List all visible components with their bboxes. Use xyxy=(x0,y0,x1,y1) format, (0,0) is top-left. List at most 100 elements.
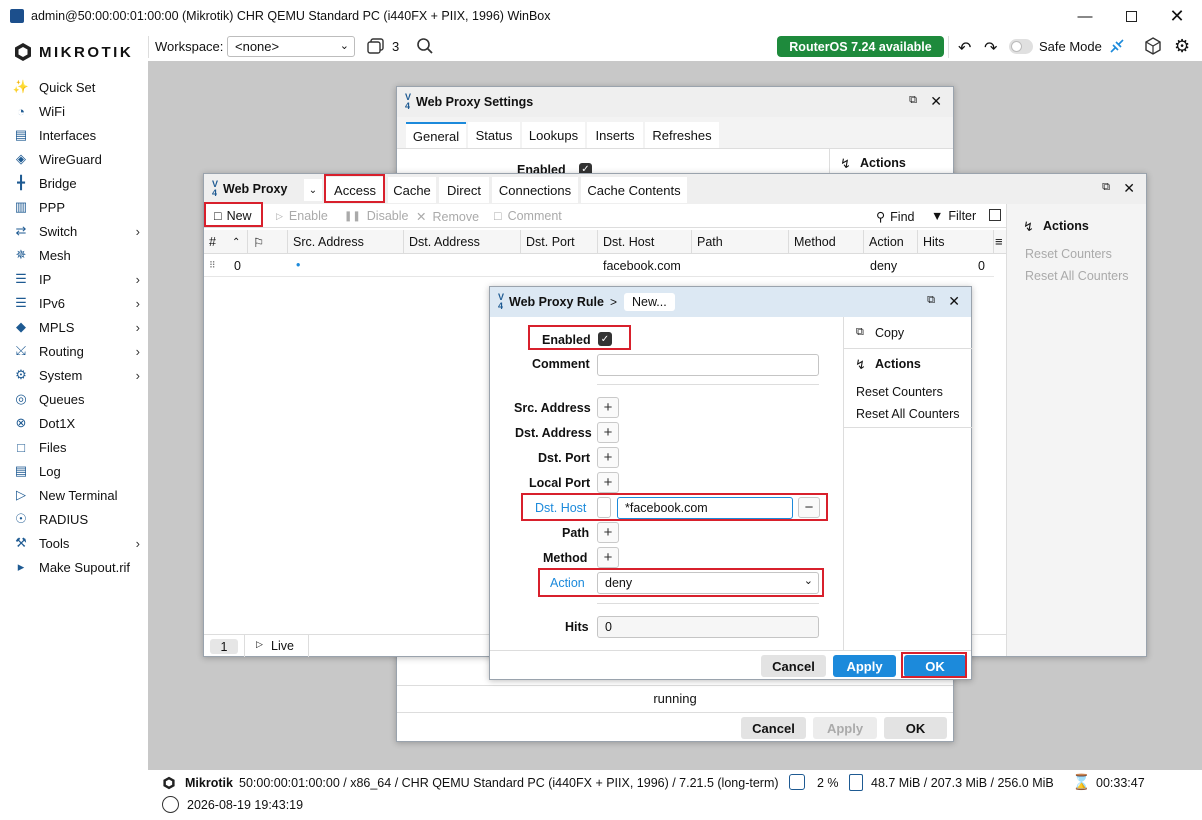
table-row[interactable]: ⠿ 0 • facebook.com deny 0 xyxy=(204,255,994,277)
sidebar-item-mpls[interactable]: ◆ MPLS › xyxy=(12,316,142,338)
sidebar-item-radius[interactable]: ☉ RADIUS xyxy=(12,508,142,530)
settings-cancel-button[interactable]: Cancel xyxy=(741,717,806,739)
remove-dst-host-button[interactable]: − xyxy=(798,497,820,518)
sidebar-item-files[interactable]: □ Files xyxy=(12,436,142,458)
tab-cache-contents[interactable]: Cache Contents xyxy=(581,177,687,203)
rule-ok-button[interactable]: OK xyxy=(904,655,966,677)
rule-apply-button[interactable]: Apply xyxy=(833,655,896,677)
tab-connections[interactable]: Connections xyxy=(492,177,578,203)
minimize-button[interactable]: — xyxy=(1062,0,1108,32)
enable-button[interactable]: ▷ Enable xyxy=(276,209,328,223)
sidebar-item-quick-set[interactable]: ✨ Quick Set xyxy=(12,76,142,98)
tab-cache[interactable]: Cache xyxy=(388,177,436,203)
sidebar-item-switch[interactable]: ⇄ Switch › xyxy=(12,220,142,242)
disconnect-icon[interactable] xyxy=(1108,37,1126,55)
close-window-button[interactable]: ✕ xyxy=(1154,0,1200,32)
col-src-address[interactable]: Src. Address xyxy=(288,230,404,254)
sidebar-item-mesh[interactable]: ✵ Mesh xyxy=(12,244,142,266)
maximize-button[interactable] xyxy=(1108,0,1154,32)
safe-mode-toggle[interactable] xyxy=(1009,39,1033,54)
sidebar-item-wifi[interactable]: ◔ WiFi xyxy=(12,100,142,122)
redo-icon[interactable]: ↷ xyxy=(984,38,997,58)
supout-icon: ▸ xyxy=(17,559,25,574)
sidebar-item-wireguard[interactable]: ◈ WireGuard xyxy=(12,148,142,170)
sidebar-item-new-terminal[interactable]: ▷ New Terminal xyxy=(12,484,142,506)
new-button[interactable]: □ New xyxy=(214,209,252,223)
rule-cancel-button[interactable]: Cancel xyxy=(761,655,826,677)
play-icon[interactable]: ▷ xyxy=(256,639,263,650)
tab-general[interactable]: General xyxy=(406,122,466,148)
sidebar-toggle-icon[interactable] xyxy=(989,209,1001,221)
settings-apply-button[interactable]: Apply xyxy=(813,717,877,739)
workspace-select[interactable]: <none> ⌄ xyxy=(227,36,355,57)
close-icon[interactable]: ✕ xyxy=(1123,180,1135,197)
find-button[interactable]: ⚲ Find xyxy=(876,209,914,225)
dst-host-negate-toggle[interactable] xyxy=(597,497,611,518)
restore-icon[interactable]: ⧉ xyxy=(1102,181,1110,194)
settings-ok-button[interactable]: OK xyxy=(884,717,947,739)
sidebar-item-log[interactable]: ▤ Log xyxy=(12,460,142,482)
sidebar-item-ip[interactable]: ☰ IP › xyxy=(12,268,142,290)
sidebar-item-routing[interactable]: ⤩ Routing › xyxy=(12,340,142,362)
add-dst-port-button[interactable]: + xyxy=(597,447,619,468)
search-icon[interactable] xyxy=(416,37,434,55)
undo-icon[interactable]: ↶ xyxy=(958,38,971,58)
col-path[interactable]: Path xyxy=(692,230,789,254)
col-method[interactable]: Method xyxy=(789,230,864,254)
tab-refreshes[interactable]: Refreshes xyxy=(645,122,719,148)
add-src-address-button[interactable]: + xyxy=(597,397,619,418)
col-hits[interactable]: Hits xyxy=(918,230,994,254)
col-num[interactable]: # ⌃ xyxy=(204,230,248,254)
sidebar-item-ppp[interactable]: ▥ PPP xyxy=(12,196,142,218)
tab-inserts[interactable]: Inserts xyxy=(587,122,643,148)
tab-direct[interactable]: Direct xyxy=(439,177,489,203)
close-icon[interactable]: ✕ xyxy=(948,293,960,310)
restore-icon[interactable]: ⧉ xyxy=(909,94,917,107)
sidebar-item-queues[interactable]: ◎ Queues xyxy=(12,388,142,410)
sidebar-item-ipv6[interactable]: ☰ IPv6 › xyxy=(12,292,142,314)
comment-input[interactable] xyxy=(597,354,819,376)
col-dst-host[interactable]: Dst. Host xyxy=(598,230,692,254)
comment-button[interactable]: □ Comment xyxy=(494,209,562,223)
drag-handle-icon[interactable]: ⠿ xyxy=(209,260,216,271)
tab-access[interactable]: Access xyxy=(325,177,385,203)
reset-counters-link[interactable]: Reset Counters xyxy=(1025,247,1112,261)
add-path-button[interactable]: + xyxy=(597,522,619,543)
update-available-badge[interactable]: RouterOS 7.24 available xyxy=(777,36,944,57)
sidebar-item-system[interactable]: ⚙ System › xyxy=(12,364,142,386)
col-dst-address[interactable]: Dst. Address xyxy=(404,230,521,254)
remove-button[interactable]: ✕ Remove xyxy=(416,209,479,225)
action-select[interactable]: deny ⌄ xyxy=(597,572,819,594)
live-label[interactable]: Live xyxy=(271,639,294,653)
gear-icon[interactable]: ⚙ xyxy=(1174,36,1190,57)
sidebar-item-interfaces[interactable]: ▤ Interfaces xyxy=(12,124,142,146)
tab-status[interactable]: Status xyxy=(468,122,520,148)
col-flag[interactable]: ⚐ xyxy=(248,230,288,254)
col-action[interactable]: Action xyxy=(864,230,918,254)
col-dst-port[interactable]: Dst. Port xyxy=(521,230,598,254)
add-dst-address-button[interactable]: + xyxy=(597,422,619,443)
restore-icon[interactable]: ⧉ xyxy=(927,294,935,307)
sidebar-item-make-supout-rif[interactable]: ▸ Make Supout.rif xyxy=(12,556,142,578)
column-menu-icon[interactable]: ≡ xyxy=(995,234,1003,249)
sidebar-item-dot1x[interactable]: ⊗ Dot1X xyxy=(12,412,142,434)
hits-label: Hits xyxy=(565,620,589,634)
cube-settings-icon[interactable] xyxy=(1144,37,1162,55)
reset-all-counters-link[interactable]: Reset All Counters xyxy=(1025,269,1129,283)
windows-icon[interactable] xyxy=(367,38,385,55)
disable-button[interactable]: ❚❚ Disable xyxy=(344,209,408,223)
add-local-port-button[interactable]: + xyxy=(597,472,619,493)
chevron-down-icon[interactable]: ⌄ xyxy=(304,179,322,201)
filter-button[interactable]: ▼ Filter xyxy=(931,209,976,223)
rule-reset-all-counters-link[interactable]: Reset All Counters xyxy=(856,407,960,421)
enabled-checkbox[interactable]: ✓ xyxy=(598,332,612,346)
rule-reset-counters-link[interactable]: Reset Counters xyxy=(856,385,943,399)
tab-lookups[interactable]: Lookups xyxy=(522,122,585,148)
sidebar-item-tools[interactable]: ⚒ Tools › xyxy=(12,532,142,554)
dst-host-input[interactable]: *facebook.com xyxy=(617,497,793,519)
close-icon[interactable]: ✕ xyxy=(930,93,942,110)
sidebar-item-bridge[interactable]: ╋ Bridge xyxy=(12,172,142,194)
add-method-button[interactable]: + xyxy=(597,547,619,568)
copy-link[interactable]: Copy xyxy=(875,326,904,340)
proxy-window-header: V4 Web Proxy ⌄ Access Cache Direct Conne… xyxy=(204,174,1146,204)
